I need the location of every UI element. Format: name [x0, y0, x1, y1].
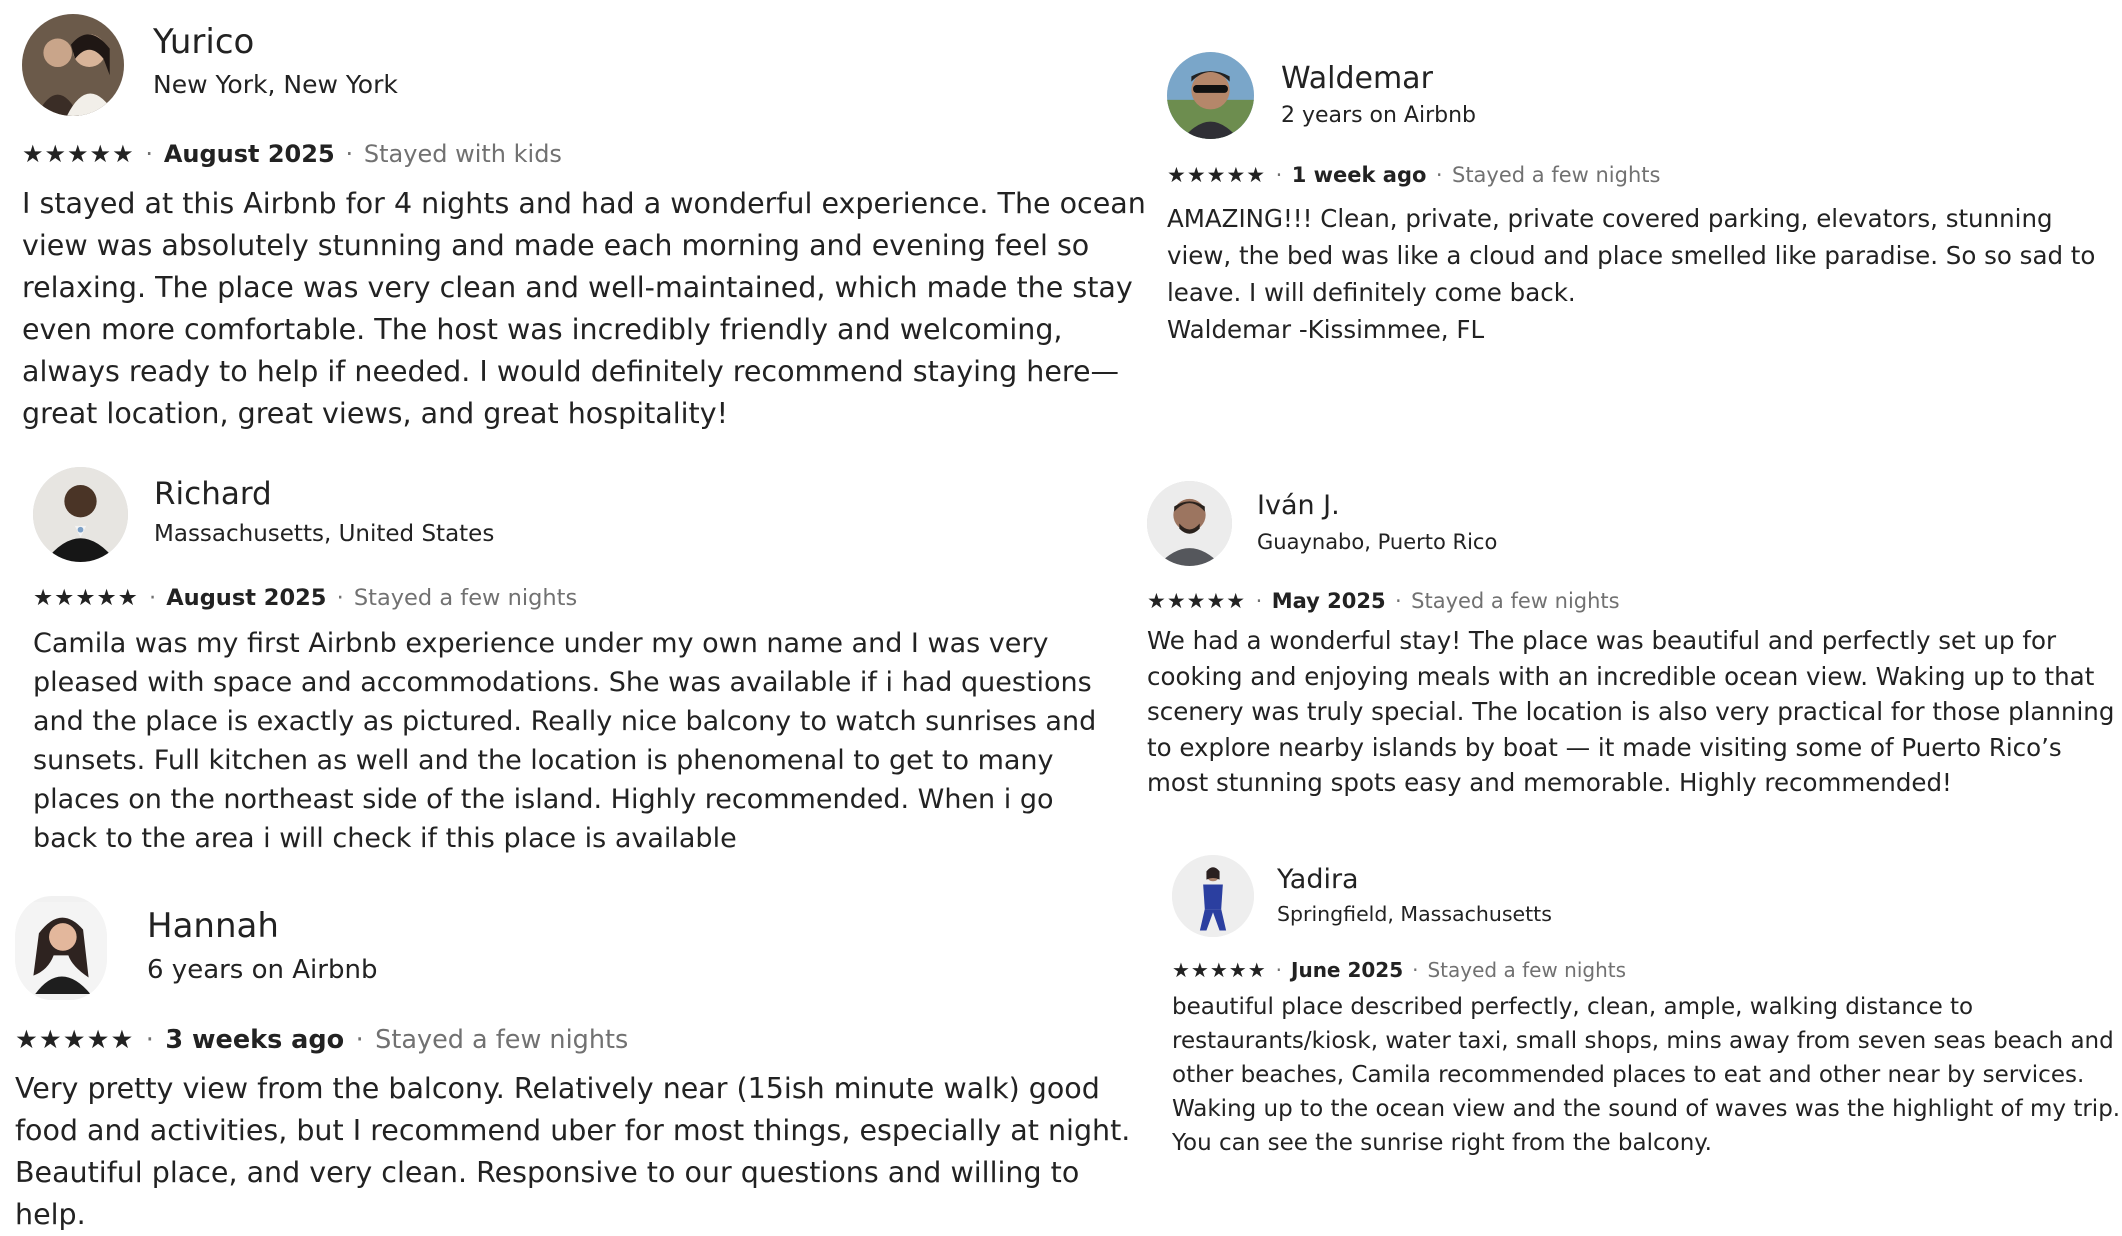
- separator-dot: ·: [1255, 589, 1263, 613]
- stay-type: Stayed a few nights: [1451, 163, 1661, 187]
- review-text: Camila was my first Airbnb experience un…: [33, 624, 1123, 858]
- reviewer-location: New York, New York: [153, 70, 398, 99]
- star-rating-icon: ★★★★★: [1147, 589, 1247, 613]
- user-photo-icon: [33, 467, 128, 562]
- avatar[interactable]: [15, 896, 107, 1000]
- separator-dot: ·: [1275, 958, 1283, 982]
- user-photo-icon: [1147, 481, 1232, 566]
- reviewer-tenure: 2 years on Airbnb: [1281, 103, 1477, 128]
- reviewer-name[interactable]: Iván J.: [1257, 490, 1340, 521]
- star-rating-icon: ★★★★★: [1172, 958, 1267, 982]
- review-date: 1 week ago: [1291, 163, 1427, 187]
- user-photo-icon: [1172, 855, 1254, 937]
- review-paragraph: I stayed at this Airbnb for 4 nights and…: [22, 187, 1146, 430]
- review-meta: ★★★★★ · August 2025 · Stayed with kids: [22, 140, 562, 168]
- reviewer-tenure: 6 years on Airbnb: [147, 955, 378, 985]
- review-text: beautiful place described perfectly, cle…: [1172, 990, 2122, 1160]
- reviewer-name[interactable]: Yurico: [153, 22, 254, 62]
- review-date: August 2025: [166, 585, 327, 611]
- separator-dot: ·: [336, 585, 344, 611]
- user-photo-icon: [15, 902, 107, 994]
- user-photo-icon: [1167, 52, 1254, 139]
- avatar[interactable]: [22, 14, 124, 116]
- review-text: We had a wonderful stay! The place was b…: [1147, 623, 2122, 801]
- review-date: May 2025: [1271, 589, 1386, 613]
- separator-dot: ·: [145, 140, 154, 168]
- stay-type: Stayed a few nights: [375, 1025, 629, 1055]
- separator-dot: ·: [148, 585, 157, 611]
- avatar[interactable]: [33, 467, 128, 562]
- review-paragraph: Very pretty view from the balcony. Relat…: [15, 1072, 1131, 1231]
- separator-dot: ·: [1412, 958, 1419, 982]
- review-meta: ★★★★★ · 3 weeks ago · Stayed a few night…: [15, 1025, 628, 1055]
- star-rating-icon: ★★★★★: [1167, 163, 1267, 187]
- stay-type: Stayed a few nights: [353, 585, 578, 611]
- stay-type: Stayed a few nights: [1411, 589, 1620, 613]
- review-meta: ★★★★★ · June 2025 · Stayed a few nights: [1172, 958, 1626, 982]
- review-meta: ★★★★★ · August 2025 · Stayed a few night…: [33, 585, 577, 611]
- stay-type: Stayed with kids: [363, 140, 562, 168]
- reviewer-location: Massachusetts, United States: [154, 521, 495, 547]
- reviewer-name[interactable]: Yadira: [1277, 864, 1359, 895]
- separator-dot: ·: [1395, 589, 1402, 613]
- review-text: I stayed at this Airbnb for 4 nights and…: [22, 183, 1157, 435]
- review-text: Very pretty view from the balcony. Relat…: [15, 1068, 1155, 1236]
- separator-dot: ·: [1435, 163, 1443, 187]
- review-paragraph: Camila was my first Airbnb experience un…: [33, 628, 1097, 854]
- separator-dot: ·: [1275, 163, 1283, 187]
- review-paragraph: AMAZING!!! Clean, private, private cover…: [1167, 204, 2096, 307]
- star-rating-icon: ★★★★★: [22, 140, 135, 168]
- review-text: AMAZING!!! Clean, private, private cover…: [1167, 200, 2122, 348]
- separator-dot: ·: [355, 1025, 364, 1055]
- reviewer-location: Guaynabo, Puerto Rico: [1257, 530, 1498, 554]
- user-photo-icon: [22, 14, 124, 116]
- avatar[interactable]: [1147, 481, 1232, 566]
- star-rating-icon: ★★★★★: [15, 1025, 135, 1055]
- review-date: 3 weeks ago: [165, 1025, 345, 1055]
- reviewer-name[interactable]: Richard: [154, 476, 272, 512]
- review-paragraph: We had a wonderful stay! The place was b…: [1147, 626, 2115, 797]
- reviewer-location: Springfield, Massachusetts: [1277, 902, 1552, 926]
- review-paragraph: beautiful place described perfectly, cle…: [1172, 994, 2121, 1156]
- review-date: August 2025: [163, 140, 335, 168]
- review-meta: ★★★★★ · May 2025 · Stayed a few nights: [1147, 589, 1620, 613]
- reviewer-name[interactable]: Hannah: [147, 906, 279, 946]
- separator-dot: ·: [145, 1025, 154, 1055]
- star-rating-icon: ★★★★★: [33, 585, 139, 611]
- separator-dot: ·: [345, 140, 354, 168]
- stay-type: Stayed a few nights: [1427, 958, 1627, 982]
- review-signature: Waldemar -Kissimmee, FL: [1167, 315, 1485, 344]
- review-meta: ★★★★★ · 1 week ago · Stayed a few nights: [1167, 163, 1660, 187]
- review-date: June 2025: [1291, 958, 1404, 982]
- avatar[interactable]: [1172, 855, 1254, 937]
- reviewer-name[interactable]: Waldemar: [1281, 61, 1433, 96]
- avatar[interactable]: [1167, 52, 1254, 139]
